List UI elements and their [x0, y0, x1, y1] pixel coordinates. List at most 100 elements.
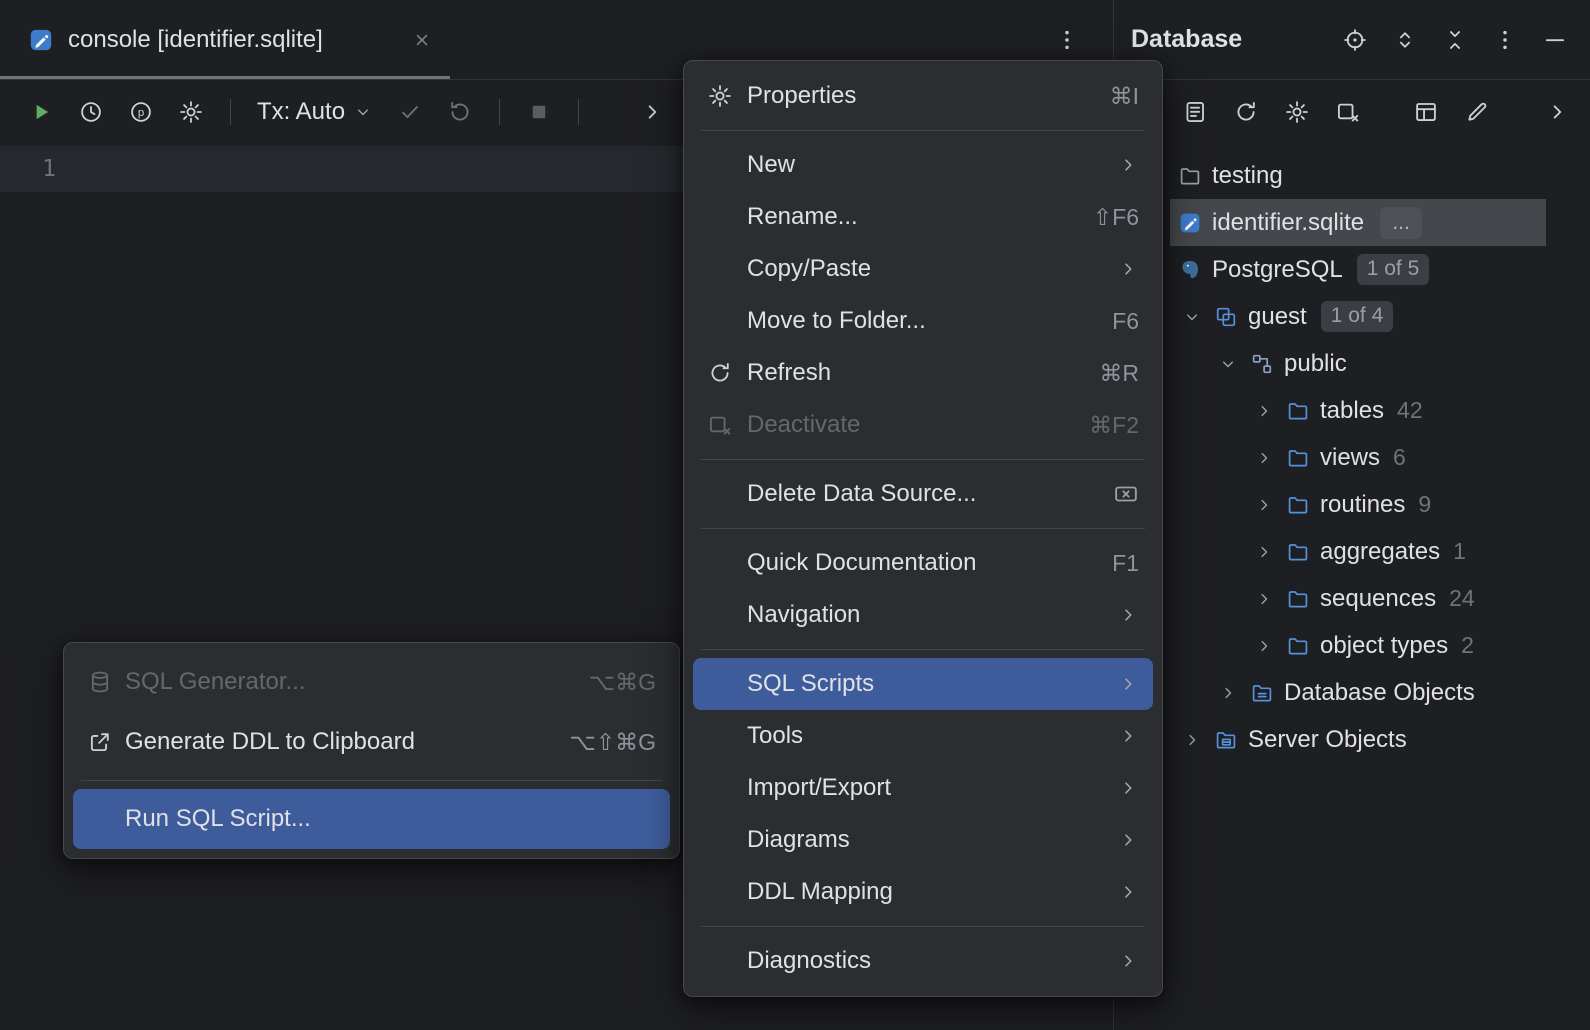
menu-item-label: Deactivate: [747, 411, 1061, 439]
tree-item-routines[interactable]: routines9: [1114, 481, 1590, 528]
settings-gear-icon: [178, 99, 204, 125]
expand-all-button[interactable]: [1386, 21, 1424, 59]
tree-item-guest[interactable]: guest1 of 4: [1114, 293, 1590, 340]
target-icon: [1342, 27, 1368, 53]
deactivate-icon: [1335, 99, 1361, 125]
edit-button[interactable]: [1458, 92, 1496, 132]
menu-item-deactivate[interactable]: Deactivate⌘F2: [693, 399, 1153, 451]
open-table-button[interactable]: [1407, 92, 1445, 132]
chevron-down-icon[interactable]: [1178, 307, 1214, 327]
menu-item-import-export[interactable]: Import/Export: [693, 762, 1153, 814]
deactivate-button[interactable]: [1329, 92, 1367, 132]
menu-item-quick-documentation[interactable]: Quick DocumentationF1: [693, 537, 1153, 589]
settings-gear-icon: [1284, 99, 1310, 125]
panel-options-kebab-button[interactable]: [1486, 21, 1524, 59]
tree-item-tables[interactable]: tables42: [1114, 387, 1590, 434]
tree-item-label: tables: [1320, 397, 1384, 425]
chevron-right-icon[interactable]: [1250, 542, 1286, 562]
chevron-right-icon[interactable]: [1250, 401, 1286, 421]
chevron-right-icon[interactable]: [1250, 589, 1286, 609]
tree-item-object-types[interactable]: object types2: [1114, 622, 1590, 669]
menu-item-diagnostics[interactable]: Diagnostics: [693, 935, 1153, 987]
chevron-right-icon[interactable]: [1250, 636, 1286, 656]
tree-item-aggregates[interactable]: aggregates1: [1114, 528, 1590, 575]
menu-item-rename[interactable]: Rename...⇧F6: [693, 191, 1153, 243]
more-button[interactable]: [1538, 92, 1576, 132]
menu-item-run-sql-script[interactable]: Run SQL Script...: [73, 789, 670, 849]
tree-item-label: public: [1284, 350, 1347, 378]
menu-item-ddl-mapping[interactable]: DDL Mapping: [693, 866, 1153, 918]
menu-item-refresh[interactable]: Refresh⌘R: [693, 347, 1153, 399]
chevron-right-icon[interactable]: [1178, 730, 1214, 750]
tx-mode-selector[interactable]: Tx: Auto: [249, 92, 381, 132]
tree-item-label: sequences: [1320, 585, 1436, 613]
menu-separator: [701, 926, 1145, 927]
history-button[interactable]: [70, 92, 112, 132]
menu-item-navigation[interactable]: Navigation: [693, 589, 1153, 641]
run-button[interactable]: [20, 92, 62, 132]
toolbar-more-button[interactable]: [631, 92, 673, 132]
editor-options-kebab-button[interactable]: [1047, 20, 1087, 60]
menu-item-tools[interactable]: Tools: [693, 710, 1153, 762]
chevron-right-icon[interactable]: [1250, 448, 1286, 468]
locate-object-button[interactable]: [1336, 21, 1374, 59]
menu-item-properties[interactable]: Properties⌘I: [693, 70, 1153, 122]
tree-item-sequences[interactable]: sequences24: [1114, 575, 1590, 622]
menu-item-new[interactable]: New: [693, 139, 1153, 191]
menu-separator: [701, 130, 1145, 131]
menu-item-label: Generate DDL to Clipboard: [125, 728, 541, 756]
close-icon: [412, 30, 432, 50]
menu-item-generate-ddl-to-clipboard[interactable]: Generate DDL to Clipboard⌥⇧⌘G: [73, 712, 670, 772]
sqlite-console-icon: [28, 27, 54, 53]
tree-item-identifier-sqlite[interactable]: identifier.sqlite...: [1114, 199, 1590, 246]
tree-item-views[interactable]: views6: [1114, 434, 1590, 481]
menu-item-sql-scripts[interactable]: SQL Scripts: [693, 658, 1153, 710]
tree-item-label: PostgreSQL: [1212, 256, 1343, 284]
sql-scripts-submenu: SQL Generator...⌥⌘GGenerate DDL to Clipb…: [63, 642, 680, 859]
menu-item-label: Delete Data Source...: [747, 480, 1093, 508]
item-count: 1: [1453, 538, 1466, 565]
menu-item-label: SQL Scripts: [747, 670, 1097, 698]
chevron-right-icon[interactable]: [1250, 495, 1286, 515]
commit-button[interactable]: [389, 92, 431, 132]
menu-item-copy-paste[interactable]: Copy/Paste: [693, 243, 1153, 295]
jump-to-console-button[interactable]: [1176, 92, 1214, 132]
chevron-right-icon[interactable]: [1214, 683, 1250, 703]
menu-item-diagrams[interactable]: Diagrams: [693, 814, 1153, 866]
menu-item-icon-slot: [707, 360, 747, 386]
more-options-badge[interactable]: ...: [1380, 207, 1422, 239]
datasource-context-menu: Properties⌘INewRename...⇧F6Copy/PasteMov…: [683, 60, 1163, 997]
editor-tab-console[interactable]: console [identifier.sqlite]: [0, 0, 450, 79]
refresh-button[interactable]: [1227, 92, 1265, 132]
database-icon: [1214, 305, 1238, 329]
close-tab-button[interactable]: [412, 30, 432, 50]
tree-item-postgresql[interactable]: PostgreSQL1 of 5: [1114, 246, 1590, 293]
hide-panel-button[interactable]: [1536, 21, 1574, 59]
deactivate-icon: [707, 412, 733, 438]
chevron-down-icon[interactable]: [1214, 354, 1250, 374]
settings-button[interactable]: [170, 92, 212, 132]
menu-item-sql-generator[interactable]: SQL Generator...⌥⌘G: [73, 652, 670, 712]
menu-item-icon-slot: [87, 669, 125, 695]
table-icon: [1413, 99, 1439, 125]
collapse-all-button[interactable]: [1436, 21, 1474, 59]
datasource-properties-button[interactable]: [1278, 92, 1316, 132]
menu-item-label: Move to Folder...: [747, 307, 1084, 335]
stop-button[interactable]: [518, 92, 560, 132]
tree-item-server-objects[interactable]: Server Objects: [1114, 716, 1590, 763]
prettify-button[interactable]: p: [120, 92, 162, 132]
database-toolbar: [1114, 80, 1590, 144]
rollback-button[interactable]: [439, 92, 481, 132]
menu-item-label: New: [747, 151, 1097, 179]
tree-item-database-objects[interactable]: Database Objects: [1114, 669, 1590, 716]
database-panel: Database testingidentifier.sqlite...Post…: [1113, 0, 1590, 1030]
sql-generator-icon: [87, 669, 113, 695]
tree-item-testing[interactable]: testing: [1114, 152, 1590, 199]
panel-title: Database: [1131, 25, 1242, 54]
chevron-right-icon: [1117, 881, 1139, 903]
menu-item-delete-data-source[interactable]: Delete Data Source...: [693, 468, 1153, 520]
console-icon: [1182, 99, 1208, 125]
menu-item-move-to-folder[interactable]: Move to Folder...F6: [693, 295, 1153, 347]
tree-item-public[interactable]: public: [1114, 340, 1590, 387]
play-icon: [28, 99, 54, 125]
